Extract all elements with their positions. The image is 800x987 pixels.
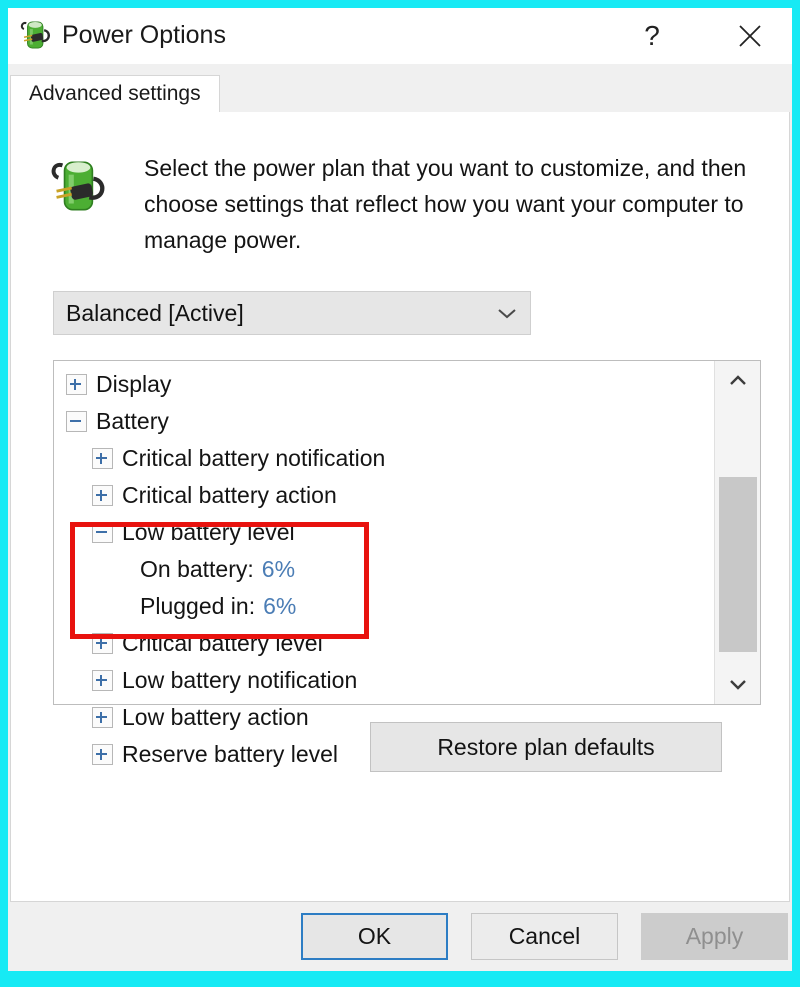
expand-icon[interactable] — [66, 374, 87, 395]
collapse-icon[interactable] — [66, 411, 87, 432]
scrollbar-thumb[interactable] — [719, 477, 757, 652]
ok-button[interactable]: OK — [301, 913, 448, 960]
power-options-window: Power Options ? Advanced settings Select… — [8, 8, 792, 971]
apply-button: Apply — [641, 913, 788, 960]
ok-button-label: OK — [357, 923, 392, 949]
tree-row[interactable]: Critical battery notification — [54, 440, 714, 477]
tab-advanced-settings[interactable]: Advanced settings — [10, 75, 220, 112]
restore-plan-defaults-label: Restore plan defaults — [437, 733, 655, 760]
expand-icon[interactable] — [92, 448, 113, 469]
chevron-down-icon — [484, 306, 530, 320]
close-button[interactable] — [722, 8, 778, 64]
expand-icon[interactable] — [92, 485, 113, 506]
tab-label: Advanced settings — [29, 82, 201, 105]
expand-icon[interactable] — [92, 670, 113, 691]
expand-icon[interactable] — [92, 707, 113, 728]
tree-row-value[interactable]: 6% — [262, 556, 295, 583]
tree-row-label: Low battery notification — [122, 667, 358, 693]
tree-row-label: Display — [96, 371, 172, 397]
battery-power-icon — [20, 21, 50, 49]
tree-row[interactable]: Low battery notification — [54, 662, 714, 699]
tree-row[interactable]: Critical battery level — [54, 625, 714, 662]
window-title: Power Options — [62, 21, 226, 49]
dialog-footer: OK Cancel Apply — [10, 902, 790, 969]
tree-row-label: Critical battery notification — [122, 445, 386, 471]
tree-list: Display Battery Critical battery notificat… — [54, 361, 714, 767]
chevron-up-icon — [729, 375, 746, 385]
chevron-down-icon — [729, 680, 746, 690]
description-text: Select the power plan that you want to c… — [144, 155, 747, 253]
tree-row-label: Plugged in: — [140, 593, 256, 619]
battery-power-icon — [51, 161, 105, 211]
tree-row-label: Battery — [96, 408, 169, 434]
tree-row[interactable]: Low battery level — [54, 514, 714, 551]
tree-scrollbar[interactable] — [714, 361, 760, 704]
help-button[interactable]: ? — [624, 8, 680, 64]
tab-panel-advanced-settings: Select the power plan that you want to c… — [10, 112, 790, 902]
power-plan-select[interactable]: Balanced [Active] — [53, 291, 531, 335]
tree-row[interactable]: On battery: 6% — [54, 551, 714, 588]
tree-row-label: Low battery action — [122, 704, 309, 730]
tab-strip: Advanced settings — [8, 64, 792, 112]
help-icon: ? — [644, 20, 660, 51]
collapse-icon[interactable] — [92, 522, 113, 543]
tree-row-label: On battery: — [140, 556, 254, 582]
expand-icon[interactable] — [92, 633, 113, 654]
restore-plan-defaults-button[interactable]: Restore plan defaults — [370, 722, 722, 772]
tree-row-value[interactable]: 6% — [263, 593, 296, 620]
tree-row[interactable]: Display — [54, 366, 714, 403]
tree-row-label: Reserve battery level — [122, 741, 339, 767]
screenshot-root: Power Options ? Advanced settings Select… — [0, 0, 800, 987]
tree-row[interactable]: Critical battery action — [54, 477, 714, 514]
tree-row-label: Low battery level — [122, 519, 295, 545]
cancel-button-label: Cancel — [508, 923, 581, 949]
title-bar: Power Options ? — [8, 8, 792, 64]
power-plan-value: Balanced [Active] — [66, 299, 244, 326]
tree-row[interactable]: Battery — [54, 403, 714, 440]
apply-button-label: Apply — [685, 923, 744, 949]
cancel-button[interactable]: Cancel — [471, 913, 618, 960]
tree-row-label: Critical battery level — [122, 630, 323, 656]
tree-row-label: Critical battery action — [122, 482, 337, 508]
tree-row[interactable]: Plugged in: 6% — [54, 588, 714, 625]
scroll-up-button[interactable] — [715, 361, 760, 401]
advanced-settings-tree: Display Battery Critical battery notificat… — [53, 360, 761, 767]
close-icon — [739, 25, 761, 47]
scroll-down-button[interactable] — [715, 664, 760, 704]
expand-icon[interactable] — [92, 744, 113, 765]
